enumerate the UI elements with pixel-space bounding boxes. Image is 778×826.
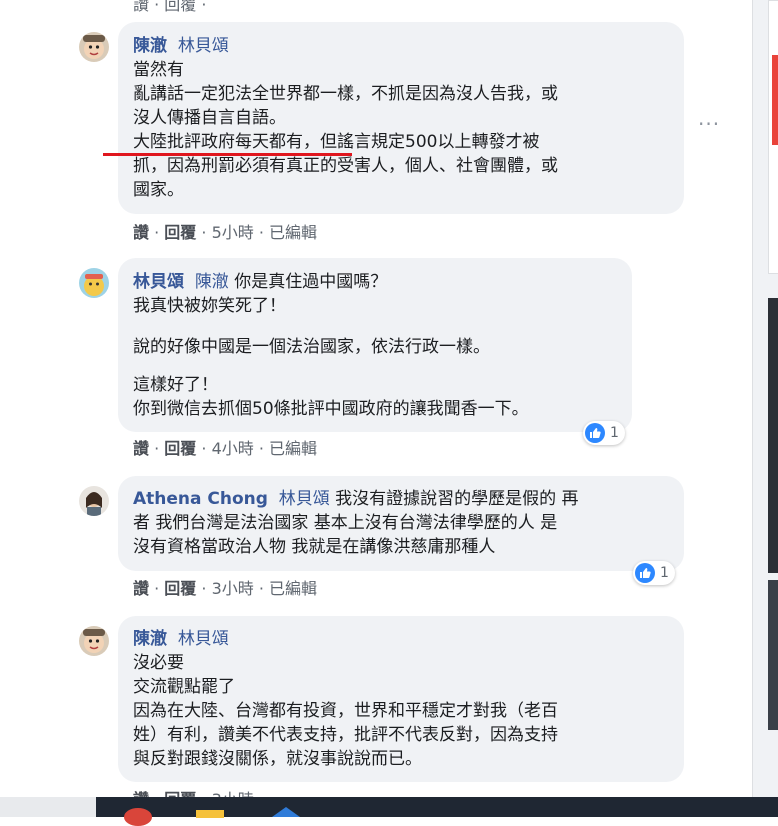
comment-line: 國家。 xyxy=(133,180,184,200)
like-link[interactable]: 讚 xyxy=(133,439,149,458)
comment-line: 你到微信去抓個50條批評中國政府的讓我聞香一下。 xyxy=(133,399,529,419)
reply-link[interactable]: 回覆 xyxy=(164,579,196,598)
comment-actions: 讚 · 回覆 · 3小時 · 已編輯 xyxy=(133,579,318,598)
comment-actions: 讚 · 回覆 · 5小時 · 已編輯 xyxy=(133,223,318,242)
comment-line: 抓，因為刑罰必須有真正的受害人，個人、社會團體，或 xyxy=(133,156,558,176)
comment-text: 我沒有證據說習的學歷是假的 再 xyxy=(335,489,579,509)
edited-label: 已編輯 xyxy=(269,223,318,242)
comment-time[interactable]: 5小時 xyxy=(212,223,254,242)
comment-header: 林貝頌 陳澈 你是真住過中國嗎？ xyxy=(133,271,387,295)
reaction-count[interactable]: 1 xyxy=(633,561,675,585)
edited-label: 已編輯 xyxy=(269,579,318,598)
comment-author[interactable]: 陳澈 xyxy=(133,36,167,56)
comment-author[interactable]: 陳澈 xyxy=(133,629,167,649)
comment-time[interactable]: 3小時 xyxy=(212,579,254,598)
comment-mention[interactable]: 陳澈 xyxy=(195,272,229,292)
comment-mention[interactable]: 林貝頌 xyxy=(279,489,330,509)
comment-line: 因為在大陸、台灣都有投資，世界和平穩定才對我（老百 xyxy=(133,701,558,721)
comment-header: 陳澈 林貝頌 xyxy=(133,628,229,652)
taskbar xyxy=(0,797,778,817)
avatar[interactable] xyxy=(79,268,109,298)
comment-line: 交流觀點罷了 xyxy=(133,677,235,697)
edited-label: 已編輯 xyxy=(269,439,318,458)
like-reaction-icon xyxy=(585,423,605,443)
comment-author[interactable]: 林貝頌 xyxy=(133,272,184,292)
reaction-number: 1 xyxy=(660,565,669,581)
comment-line: 當然有 xyxy=(133,60,184,80)
sidebar-image-strip xyxy=(772,55,778,145)
comment-line: 大陸批評政府每天都有，但謠言規定500以上轉發才被 xyxy=(133,132,540,152)
comment-line: 姓）有利，讚美不代表支持，批評不代表反對，因為支持 xyxy=(133,725,558,745)
reaction-count[interactable]: 1 xyxy=(583,421,625,445)
comment-line: 沒人傳播自言自語。 xyxy=(133,108,286,128)
reaction-number: 1 xyxy=(610,425,619,441)
comment-mention[interactable]: 林貝頌 xyxy=(178,629,229,649)
comment-line: 沒有資格當政治人物 我就是在講像洪慈庸那種人 xyxy=(133,537,496,557)
more-options-icon[interactable]: ··· xyxy=(698,112,720,136)
comment-line: 這樣好了！ xyxy=(133,375,218,395)
like-link[interactable]: 讚 xyxy=(133,579,149,598)
comment-text: 你是真住過中國嗎？ xyxy=(234,272,388,292)
comment-time[interactable]: 4小時 xyxy=(212,439,254,458)
avatar[interactable] xyxy=(79,486,109,516)
comment-actions: 讚 · 回覆 · 4小時 · 已編輯 xyxy=(133,439,318,458)
reply-link[interactable]: 回覆 xyxy=(164,439,196,458)
comment-line: 說的好像中國是一個法治國家，依法行政一樣。 xyxy=(133,337,490,357)
like-link[interactable]: 讚 xyxy=(133,223,149,242)
avatar[interactable] xyxy=(79,626,109,656)
comment-line: 亂講話一定犯法全世界都一樣，不抓是因為沒人告我，或 xyxy=(133,84,558,104)
like-reaction-icon xyxy=(635,563,655,583)
reply-link[interactable]: 回覆 xyxy=(164,223,196,242)
sidebar-dark-card-2 xyxy=(768,580,778,730)
cropped-actions-top: 讚 · 回覆 · xyxy=(133,0,207,14)
comment-header: 陳澈 林貝頌 xyxy=(133,35,229,59)
red-underline-annotation xyxy=(103,153,352,156)
browser-icon[interactable] xyxy=(124,808,152,826)
comment-header: Athena Chong 林貝頌 我沒有證據說習的學歷是假的 再 xyxy=(133,488,579,512)
comment-line: 我真快被妳笑死了！ xyxy=(133,296,286,316)
avatar[interactable] xyxy=(79,32,109,62)
comment-line: 者 我們台灣是法治國家 基本上沒有台灣法律學歷的人 是 xyxy=(133,513,558,533)
comment-line: 與反對跟錢沒關係，就沒事說說而已。 xyxy=(133,749,422,769)
app-icon[interactable] xyxy=(272,807,300,817)
comment-mention[interactable]: 林貝頌 xyxy=(178,36,229,56)
comment-author[interactable]: Athena Chong xyxy=(133,489,268,509)
sidebar-dark-card xyxy=(768,298,778,573)
taskbar-search-area[interactable] xyxy=(0,797,96,817)
comment-line: 沒必要 xyxy=(133,653,184,673)
